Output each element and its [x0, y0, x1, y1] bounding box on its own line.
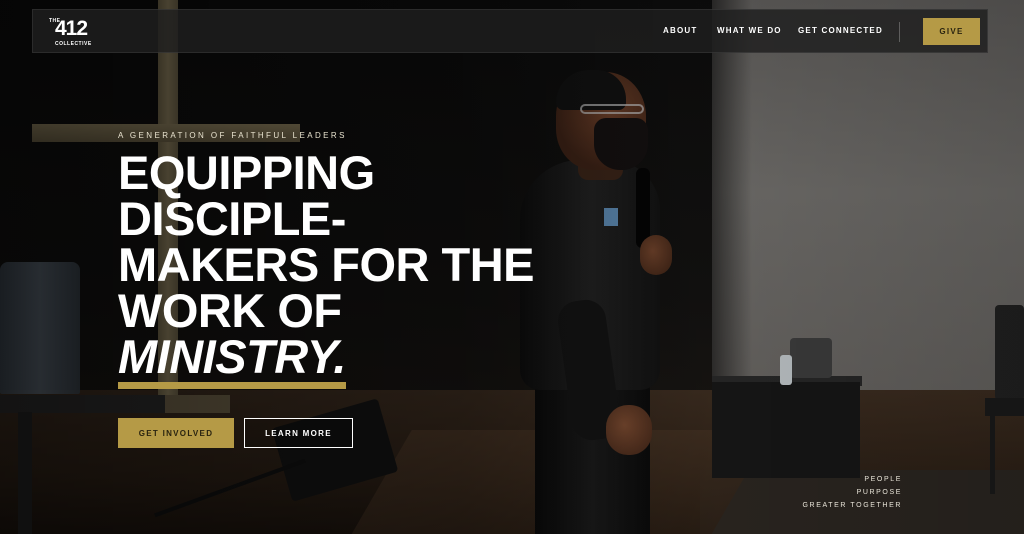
nav-what-we-do[interactable]: WHAT WE DO — [717, 26, 782, 35]
hero-eyebrow: A GENERATION OF FAITHFUL LEADERS — [118, 131, 347, 140]
headline-line-2: DISCIPLE- — [118, 192, 346, 245]
hero-headline: EQUIPPING DISCIPLE- MAKERS FOR THE WORK … — [118, 146, 638, 389]
headline-accent-word: MINISTRY. — [118, 333, 346, 389]
site-header: THE 412 COLLECTIVE ABOUT WHAT WE DO GET … — [32, 9, 988, 53]
headline-line-3: MAKERS FOR THE — [118, 238, 535, 291]
headline-line-4: WORK OF — [118, 284, 342, 337]
nav-about[interactable]: ABOUT — [663, 26, 697, 35]
headline-line-1: EQUIPPING — [118, 146, 375, 199]
give-button[interactable]: GIVE — [923, 18, 980, 45]
logo-subtitle: COLLECTIVE — [55, 41, 92, 47]
learn-more-button[interactable]: LEARN MORE — [244, 418, 353, 448]
tagline-people: PEOPLE — [864, 476, 902, 483]
get-involved-button[interactable]: GET INVOLVED — [118, 418, 234, 448]
tagline: PEOPLE PURPOSE GREATER TOGETHER — [803, 474, 903, 512]
logo-number: 412 — [55, 17, 88, 40]
tagline-purpose: PURPOSE — [856, 488, 902, 496]
site-logo[interactable]: THE 412 COLLECTIVE — [49, 16, 109, 50]
nav-divider — [899, 22, 900, 42]
tagline-greater-together: GREATER TOGETHER — [802, 501, 902, 509]
nav-get-connected[interactable]: GET CONNECTED — [798, 26, 883, 35]
